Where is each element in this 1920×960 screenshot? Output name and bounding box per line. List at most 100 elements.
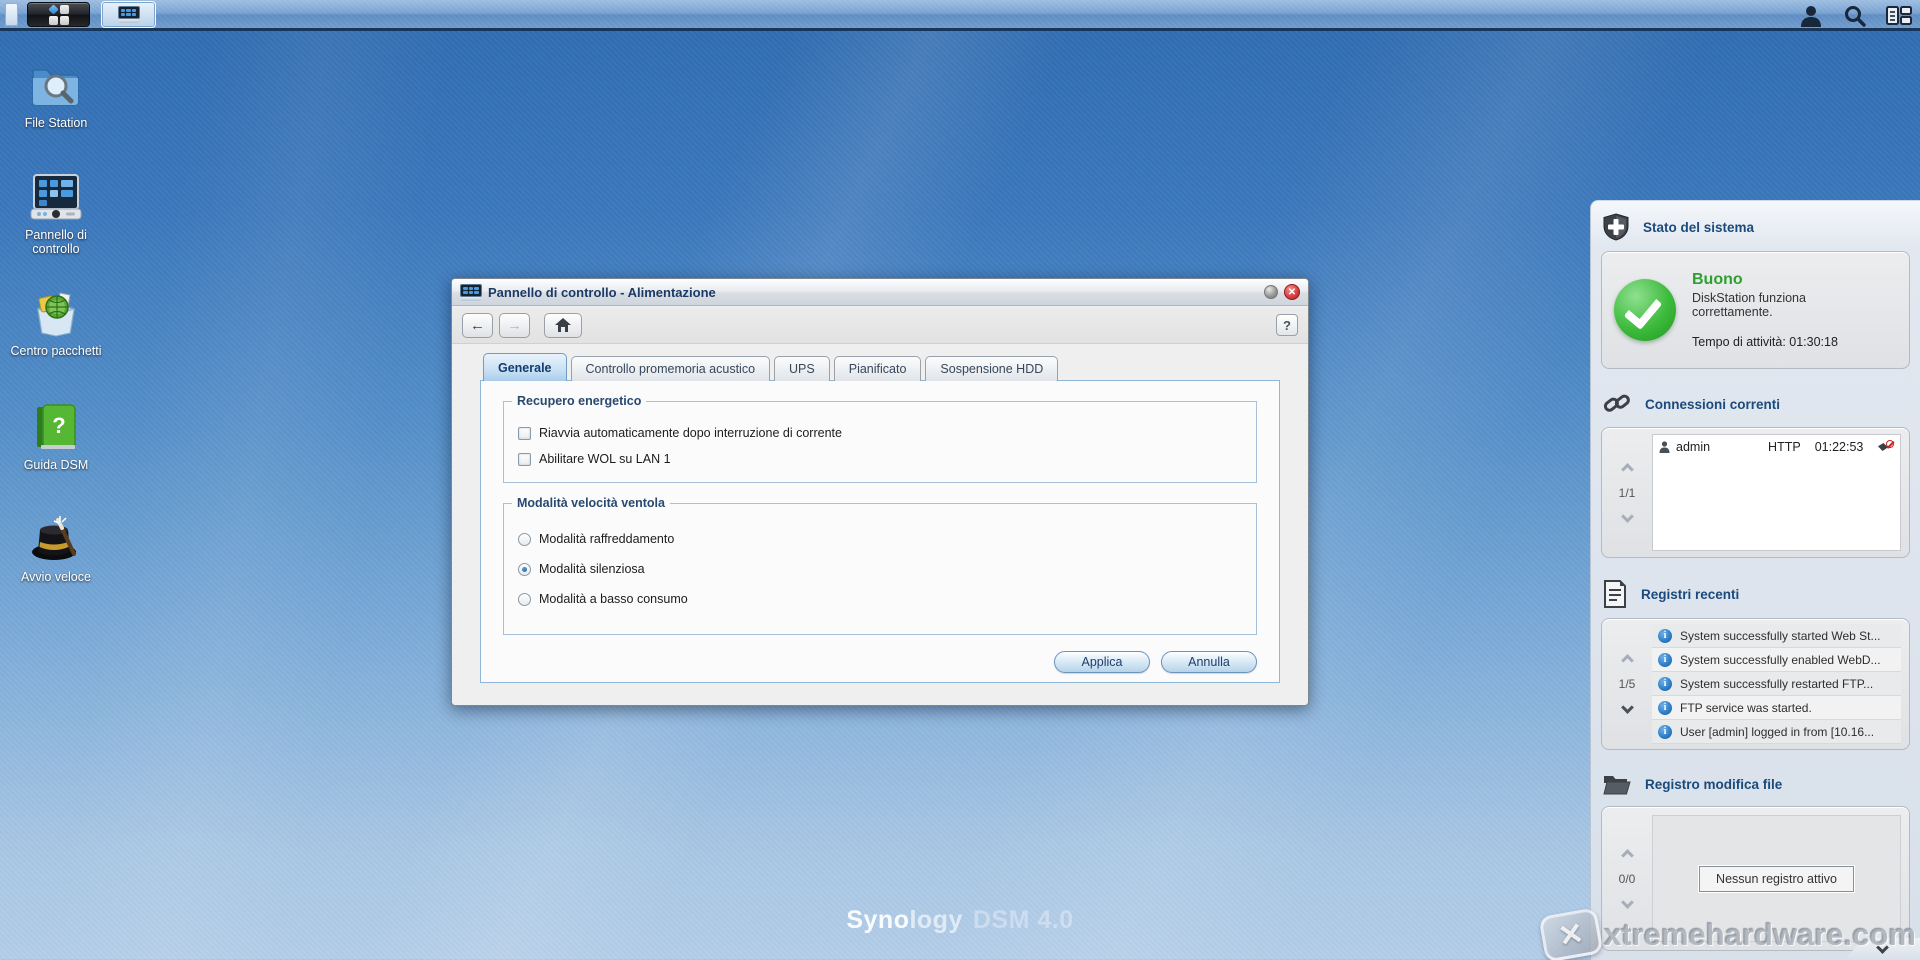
tab-ups[interactable]: UPS: [774, 356, 830, 381]
log-row: System successfully restarted FTP...: [1652, 672, 1901, 696]
connections-list: admin HTTP 01:22:53: [1652, 434, 1901, 551]
shield-icon: [1603, 213, 1629, 241]
window-title: Pannello di controllo - Alimentazione: [488, 285, 716, 300]
control-panel-power-window: Pannello di controllo - Alimentazione ← …: [451, 278, 1309, 706]
page-indicator: 1/5: [1619, 677, 1636, 691]
pilot-view-icon[interactable]: [1884, 3, 1914, 29]
system-status-header: Stato del sistema: [1591, 201, 1920, 247]
log-document-icon: [1603, 580, 1627, 608]
file-log-empty-area: Nessun registro attivo: [1652, 815, 1901, 942]
checkbox-icon[interactable]: [518, 453, 531, 466]
link-icon: [1603, 391, 1631, 417]
recent-logs-card: 1/5 System successfully started Web St..…: [1601, 618, 1910, 750]
file-change-log-header: Registro modifica file: [1591, 760, 1920, 802]
apply-button[interactable]: Applica: [1054, 651, 1150, 673]
connections-header: Connessioni correnti: [1591, 379, 1920, 423]
page-indicator: 0/0: [1619, 872, 1636, 886]
forward-button[interactable]: →: [499, 313, 530, 338]
widget-title: Registro modifica file: [1645, 777, 1782, 792]
radio-cool-mode[interactable]: Modalità raffreddamento: [518, 532, 1242, 546]
home-button[interactable]: [544, 313, 582, 338]
info-icon: [1658, 629, 1672, 643]
window-icon: [460, 284, 482, 301]
info-icon: [1658, 677, 1672, 691]
help-button[interactable]: ?: [1276, 314, 1298, 336]
log-row: FTP service was started.: [1652, 696, 1901, 720]
info-icon: [1658, 725, 1672, 739]
page-down-icon[interactable]: [1621, 701, 1634, 714]
tab-content-panel: Recupero energetico Riavvia automaticame…: [480, 380, 1280, 683]
radio-quiet-mode[interactable]: Modalità silenziosa: [518, 562, 1242, 576]
desktop-icon-label: Avvio veloce: [8, 570, 104, 584]
checkbox-restart-after-power-failure[interactable]: Riavvia automaticamente dopo interruzion…: [518, 426, 1242, 440]
tab-pianificato[interactable]: Pianificato: [834, 356, 922, 381]
logs-pager: 1/5: [1602, 619, 1652, 749]
window-titlebar[interactable]: Pannello di controllo - Alimentazione: [452, 279, 1308, 306]
connection-user: admin: [1676, 440, 1710, 454]
desktop-icon-label: Guida DSM: [8, 458, 104, 472]
checkbox-icon[interactable]: [518, 427, 531, 440]
tab-controllo-promemoria-acustico[interactable]: Controllo promemoria acustico: [571, 356, 771, 381]
connection-protocol: HTTP: [1768, 440, 1801, 454]
search-icon[interactable]: [1840, 3, 1870, 29]
page-up-icon[interactable]: [1621, 849, 1634, 862]
widget-title: Registri recenti: [1641, 587, 1739, 602]
desktop-icon-label: File Station: [8, 116, 104, 130]
status-description: DiskStation funziona correttamente.: [1692, 291, 1852, 319]
tab-strip: Generale Controllo promemoria acustico U…: [483, 353, 1058, 381]
quick-start-icon: [30, 514, 82, 564]
main-menu-icon: [49, 5, 69, 25]
connection-row: admin HTTP 01:22:53: [1653, 435, 1900, 459]
tab-generale[interactable]: Generale: [483, 353, 567, 381]
uptime-text: Tempo di attività: 01:30:18: [1692, 335, 1852, 349]
window-toolbar: ← → ?: [452, 307, 1308, 344]
dialog-buttons: Applica Annulla: [1054, 651, 1257, 673]
back-button[interactable]: ←: [462, 313, 493, 338]
tab-sospensione-hdd[interactable]: Sospensione HDD: [925, 356, 1058, 381]
log-row: System successfully started Web St...: [1652, 624, 1901, 648]
status-ok-icon: [1614, 279, 1676, 341]
widget-title: Stato del sistema: [1643, 220, 1754, 235]
recent-logs-header: Registri recenti: [1591, 568, 1920, 614]
dialog-body: Generale Controllo promemoria acustico U…: [452, 344, 1308, 705]
minimize-button[interactable]: [1264, 285, 1278, 299]
radio-icon-selected[interactable]: [518, 563, 531, 576]
close-icon[interactable]: [1284, 284, 1300, 300]
desktop-icon-file-station[interactable]: File Station: [8, 60, 104, 130]
desktop-icon-quick-start[interactable]: Avvio veloce: [8, 514, 104, 584]
chevron-down-icon: [1876, 941, 1889, 954]
taskbar-item-control-panel[interactable]: [101, 1, 156, 28]
radio-low-power-mode[interactable]: Modalità a basso consumo: [518, 592, 1242, 606]
page-down-icon[interactable]: [1621, 510, 1634, 523]
svg-text:?: ?: [52, 413, 65, 438]
checkbox-enable-wol-lan1[interactable]: Abilitare WOL su LAN 1: [518, 452, 1242, 466]
log-row: User [admin] logged in from [10.16...: [1652, 720, 1901, 744]
cancel-button[interactable]: Annulla: [1161, 651, 1257, 673]
page-down-icon[interactable]: [1621, 896, 1634, 909]
desktop-icon-dsm-help[interactable]: ? Guida DSM: [8, 402, 104, 472]
connections-pager: 1/1: [1602, 428, 1652, 557]
desktop-icon-package-center[interactable]: Centro pacchetti: [8, 288, 104, 358]
desktop-icon-control-panel[interactable]: Pannello di controllo: [8, 172, 104, 257]
radio-icon[interactable]: [518, 593, 531, 606]
taskbar: [0, 0, 1920, 31]
system-health-widget-panel: Stato del sistema Buono DiskStation funz…: [1590, 200, 1920, 960]
show-desktop-button[interactable]: [5, 3, 18, 26]
page-up-icon[interactable]: [1621, 463, 1634, 476]
control-panel-desktop-icon: [30, 172, 82, 222]
info-icon: [1658, 653, 1672, 667]
radio-icon[interactable]: [518, 533, 531, 546]
log-row: System successfully enabled WebD...: [1652, 648, 1901, 672]
page-up-icon[interactable]: [1621, 654, 1634, 667]
status-value: Buono: [1692, 271, 1852, 289]
info-icon: [1658, 701, 1672, 715]
control-panel-icon: [118, 6, 140, 23]
user-account-icon[interactable]: [1796, 3, 1826, 29]
main-menu-button[interactable]: [27, 2, 90, 27]
widget-title: Connessioni correnti: [1645, 397, 1780, 412]
desktop-icon-label: Pannello di controllo: [8, 228, 104, 257]
disconnect-icon[interactable]: [1878, 440, 1894, 454]
no-active-log-label: Nessun registro attivo: [1699, 866, 1854, 892]
fieldset-legend: Recupero energetico: [512, 394, 646, 408]
connections-card: 1/1 admin HTTP 01:22:53: [1601, 427, 1910, 558]
